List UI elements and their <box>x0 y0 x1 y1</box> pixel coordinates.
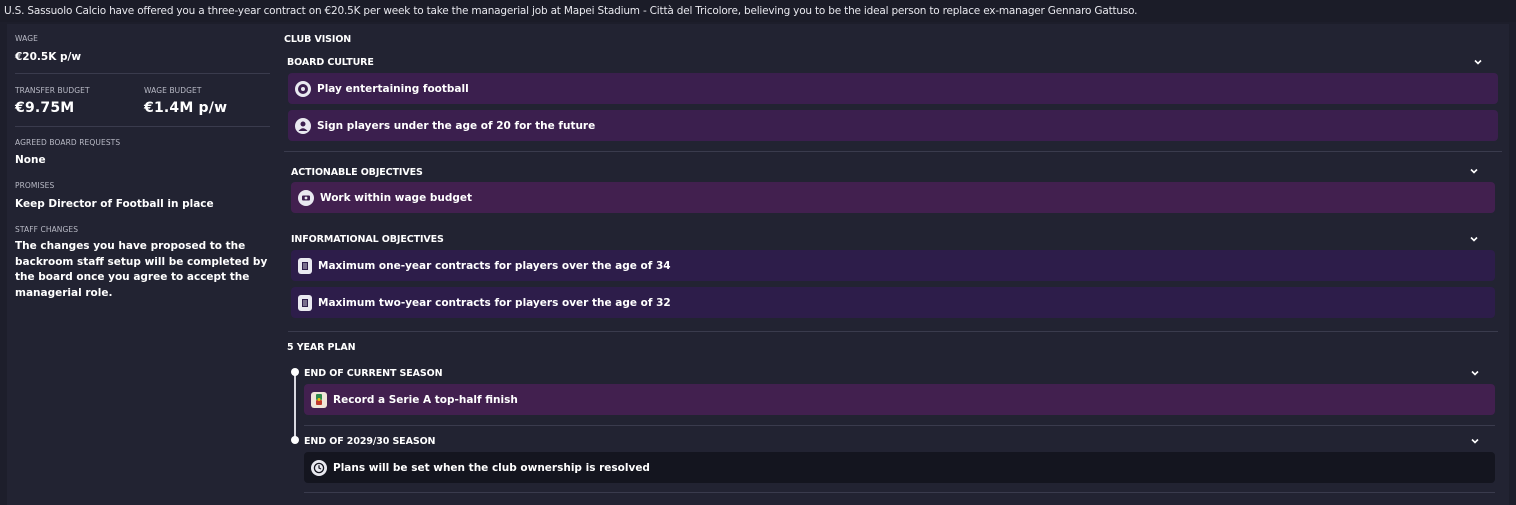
wage-budget-label: WAGE BUDGET <box>144 86 202 95</box>
divider <box>284 151 1502 152</box>
informational-objective-item: Maximum two-year contracts for players o… <box>291 287 1495 318</box>
board-culture-item: Sign players under the age of 20 for the… <box>288 110 1498 141</box>
timeline-dot <box>291 368 299 376</box>
plan-stage-item: Record a Serie A top-half finish <box>304 384 1495 415</box>
plan-stage-item-label: Record a Serie A top-half finish <box>333 393 518 406</box>
chevron-down-icon[interactable] <box>1468 165 1480 177</box>
board-requests-label: AGREED BOARD REQUESTS <box>15 138 121 147</box>
divider <box>15 73 270 74</box>
informational-objectives-title: INFORMATIONAL OBJECTIVES <box>291 234 444 245</box>
clock-icon <box>311 459 327 476</box>
actionable-objective-label: Work within wage budget <box>320 191 473 204</box>
money-icon <box>298 189 314 206</box>
staff-changes-value: The changes you have proposed to the bac… <box>15 240 268 299</box>
board-requests-value: None <box>15 154 46 166</box>
staff-changes-label: STAFF CHANGES <box>15 225 79 234</box>
board-culture-item: Play entertaining football <box>288 73 1498 104</box>
five-year-plan-title: 5 YEAR PLAN <box>287 342 356 353</box>
board-culture-item-label: Play entertaining football <box>317 82 469 95</box>
club-vision-title: CLUB VISION <box>284 34 352 45</box>
actionable-objective-item: Work within wage budget <box>291 182 1495 213</box>
divider <box>15 126 270 127</box>
promises-value: Keep Director of Football in place <box>15 198 214 210</box>
timeline-line <box>294 373 296 440</box>
chevron-down-icon[interactable] <box>1468 233 1480 245</box>
timeline-dot <box>291 436 299 444</box>
contract-offer-panel: WAGE €20.5K p/w TRANSFER BUDGET €9.75M W… <box>7 24 1509 505</box>
wage-budget-value: €1.4M p/w <box>144 100 228 116</box>
wage-value: €20.5K p/w <box>15 51 82 63</box>
informational-objective-label: Maximum two-year contracts for players o… <box>318 296 671 309</box>
transfer-budget-value: €9.75M <box>15 100 75 116</box>
divider <box>288 331 1498 332</box>
informational-objective-label: Maximum one-year contracts for players o… <box>318 259 671 272</box>
chevron-down-icon[interactable] <box>1469 435 1481 447</box>
football-icon <box>295 80 311 97</box>
document-icon <box>298 294 312 311</box>
transfer-budget-label: TRANSFER BUDGET <box>15 86 90 95</box>
promises-label: PROMISES <box>15 181 55 190</box>
plan-stage-title: END OF CURRENT SEASON <box>304 368 443 379</box>
offer-message: U.S. Sassuolo Calcio have offered you a … <box>0 0 1516 22</box>
divider <box>304 425 1495 426</box>
chevron-down-icon[interactable] <box>1469 367 1481 379</box>
divider <box>304 492 1495 493</box>
plan-stage-item-label: Plans will be set when the club ownershi… <box>333 461 650 474</box>
actionable-objectives-title: ACTIONABLE OBJECTIVES <box>291 167 423 178</box>
plan-stage-item: Plans will be set when the club ownershi… <box>304 452 1495 483</box>
wage-label: WAGE <box>15 34 38 43</box>
board-culture-item-label: Sign players under the age of 20 for the… <box>317 119 596 132</box>
document-icon <box>298 257 312 274</box>
board-culture-title: BOARD CULTURE <box>287 57 374 68</box>
informational-objective-item: Maximum one-year contracts for players o… <box>291 250 1495 281</box>
person-icon <box>295 117 311 134</box>
serie-a-icon <box>311 391 327 408</box>
chevron-down-icon[interactable] <box>1472 56 1484 68</box>
plan-stage-title: END OF 2029/30 SEASON <box>304 436 436 447</box>
